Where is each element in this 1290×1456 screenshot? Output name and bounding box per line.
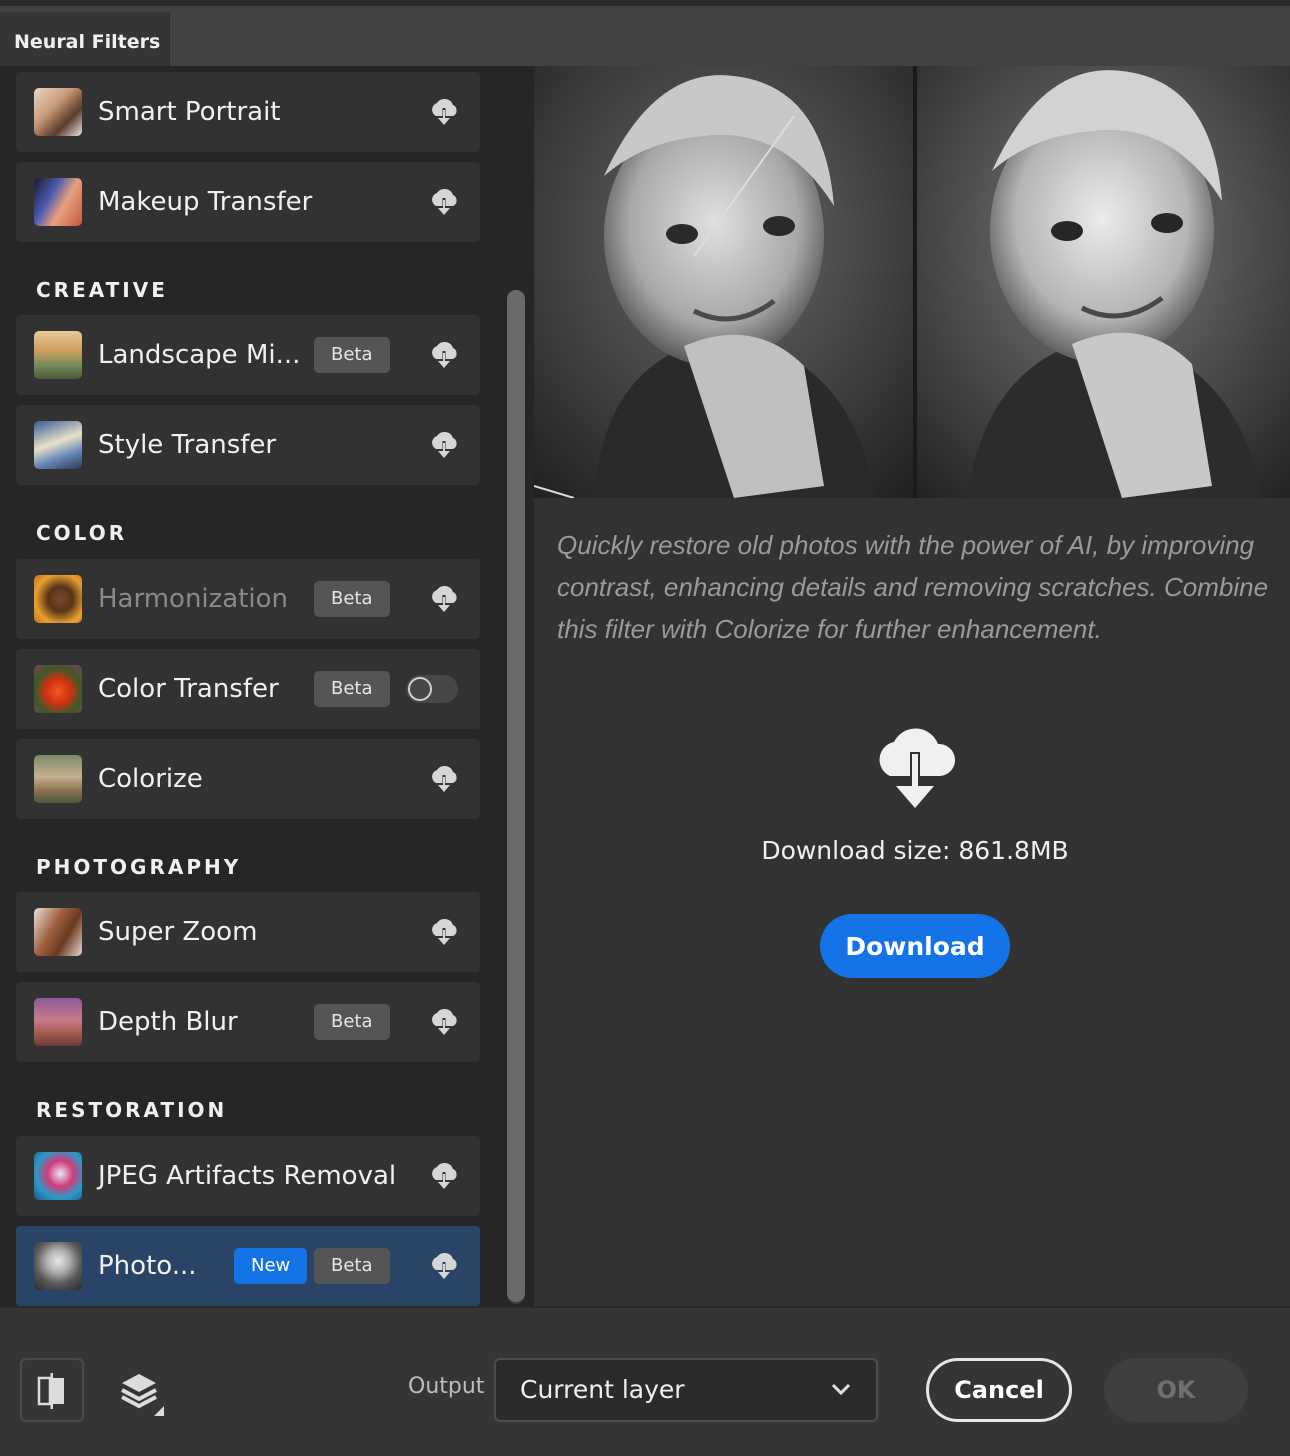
filter-label: Style Transfer bbox=[98, 430, 277, 460]
color-transfer-toggle[interactable] bbox=[406, 675, 458, 703]
tab-bar-empty bbox=[170, 12, 1290, 73]
filter-description: Quickly restore old photos with the powe… bbox=[557, 530, 1269, 644]
jpeg-artifacts-thumbnail bbox=[34, 1152, 82, 1200]
beta-badge: Beta bbox=[314, 581, 390, 617]
tab-label: Neural Filters bbox=[14, 31, 161, 53]
cloud-download-icon[interactable] bbox=[428, 1252, 460, 1280]
filter-item-landscape-mixer[interactable]: Landscape Mi... Beta bbox=[16, 315, 480, 395]
filter-item-photo-restoration[interactable]: Photo... New Beta bbox=[16, 1226, 480, 1306]
filter-item-makeup-transfer[interactable]: Makeup Transfer bbox=[16, 162, 480, 242]
filter-label: Smart Portrait bbox=[98, 97, 281, 127]
scrollbar-thumb[interactable] bbox=[507, 290, 525, 1302]
cloud-download-icon[interactable] bbox=[428, 431, 460, 459]
filter-label: Colorize bbox=[98, 764, 203, 794]
cloud-download-icon[interactable] bbox=[428, 765, 460, 793]
section-color: COLOR bbox=[36, 521, 128, 545]
filter-item-style-transfer[interactable]: Style Transfer bbox=[16, 405, 480, 485]
photo-restoration-thumbnail bbox=[34, 1242, 82, 1290]
output-select-value: Current layer bbox=[520, 1375, 685, 1404]
before-after-preview bbox=[534, 66, 1290, 498]
cloud-download-large-icon bbox=[879, 728, 956, 808]
download-button[interactable]: Download bbox=[820, 914, 1010, 978]
section-creative: CREATIVE bbox=[36, 278, 168, 302]
beta-badge: Beta bbox=[314, 337, 390, 373]
filter-item-harmonization[interactable]: Harmonization Beta bbox=[16, 559, 480, 639]
filter-label: Super Zoom bbox=[98, 917, 258, 947]
filter-label: Harmonization bbox=[98, 584, 289, 614]
output-label: Output bbox=[408, 1374, 485, 1399]
filter-item-smart-portrait[interactable]: Smart Portrait bbox=[16, 72, 480, 152]
makeup-transfer-thumbnail bbox=[34, 178, 82, 226]
cloud-download-icon[interactable] bbox=[428, 188, 460, 216]
filter-label: Color Transfer bbox=[98, 674, 279, 704]
output-select[interactable]: Current layer bbox=[494, 1358, 878, 1422]
cloud-download-icon[interactable] bbox=[428, 918, 460, 946]
cloud-download-icon[interactable] bbox=[428, 1008, 460, 1036]
layers-icon[interactable] bbox=[118, 1366, 168, 1418]
filter-label: Makeup Transfer bbox=[98, 187, 313, 217]
cloud-download-icon[interactable] bbox=[428, 585, 460, 613]
beta-badge: Beta bbox=[314, 671, 390, 707]
cloud-download-icon[interactable] bbox=[428, 1162, 460, 1190]
cancel-button[interactable]: Cancel bbox=[926, 1358, 1072, 1422]
chevron-down-icon bbox=[831, 1383, 851, 1396]
beta-badge: Beta bbox=[314, 1004, 390, 1040]
filter-label: Depth Blur bbox=[98, 1007, 238, 1037]
colorize-thumbnail bbox=[34, 755, 82, 803]
harmonization-thumbnail bbox=[34, 575, 82, 623]
filter-label: Landscape Mi... bbox=[98, 340, 301, 370]
new-badge: New bbox=[234, 1248, 308, 1284]
style-transfer-thumbnail bbox=[34, 421, 82, 469]
ok-button[interactable]: OK bbox=[1104, 1358, 1248, 1422]
section-photography: PHOTOGRAPHY bbox=[36, 855, 242, 879]
filter-label: JPEG Artifacts Removal bbox=[98, 1161, 397, 1191]
section-restoration: RESTORATION bbox=[36, 1098, 228, 1122]
before-photo bbox=[534, 66, 913, 498]
cloud-download-icon[interactable] bbox=[428, 98, 460, 126]
filter-label: Photo... bbox=[98, 1251, 197, 1281]
color-transfer-thumbnail bbox=[34, 665, 82, 713]
preview-toggle-button[interactable] bbox=[20, 1358, 84, 1422]
super-zoom-thumbnail bbox=[34, 908, 82, 956]
beta-badge: Beta bbox=[314, 1248, 390, 1284]
after-photo bbox=[917, 66, 1290, 498]
depth-blur-thumbnail bbox=[34, 998, 82, 1046]
filter-item-jpeg-artifacts-removal[interactable]: JPEG Artifacts Removal bbox=[16, 1136, 480, 1216]
filter-item-super-zoom[interactable]: Super Zoom bbox=[16, 892, 480, 972]
filter-item-colorize[interactable]: Colorize bbox=[16, 739, 480, 819]
split-view-icon bbox=[37, 1373, 64, 1409]
smart-portrait-thumbnail bbox=[34, 88, 82, 136]
tab-neural-filters[interactable]: Neural Filters bbox=[0, 12, 170, 72]
filter-list-panel: Smart Portrait Makeup Transfer CREATIVE … bbox=[0, 66, 534, 1306]
landscape-mixer-thumbnail bbox=[34, 331, 82, 379]
footer-bar: Output Current layer Cancel OK bbox=[0, 1306, 1290, 1456]
tab-bar: Neural Filters bbox=[0, 0, 1290, 73]
cloud-download-icon[interactable] bbox=[428, 341, 460, 369]
filter-item-depth-blur[interactable]: Depth Blur Beta bbox=[16, 982, 480, 1062]
filter-item-color-transfer[interactable]: Color Transfer Beta bbox=[16, 649, 480, 729]
download-size: Download size: 861.8MB bbox=[761, 836, 1069, 865]
